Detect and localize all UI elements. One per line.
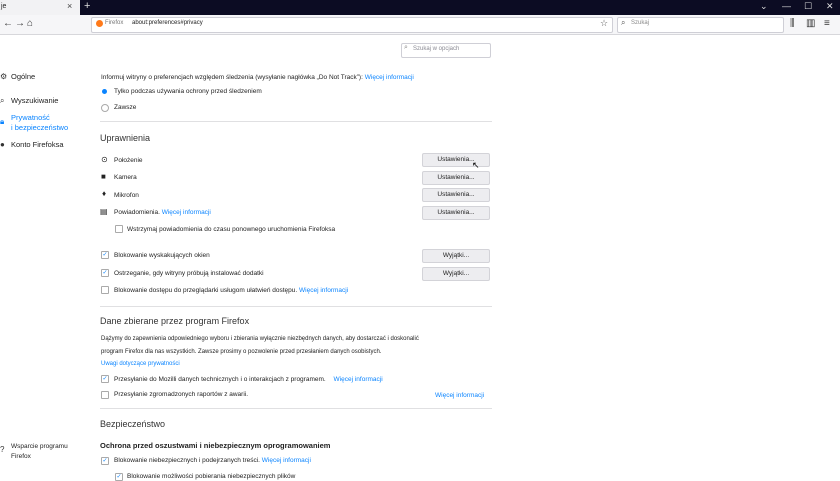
tab-title: je xyxy=(1,3,7,10)
location-settings-button[interactable]: Ustawienia... xyxy=(422,153,490,167)
crash-reports-checkbox[interactable] xyxy=(101,391,109,399)
addons-exceptions-button[interactable]: Wyjątki... xyxy=(422,267,490,281)
pause-notifications-label: Wstrzymaj powiadomienia do czasu ponowne… xyxy=(127,226,336,233)
crash-more-link[interactable]: Więcej informacji xyxy=(435,392,484,399)
crash-reports-label: Przesyłanie zgromadzonych raportów z awa… xyxy=(114,391,249,398)
sidebar-item-privacy[interactable]: 🔒︎ Prywatność i bezpieczeństwo xyxy=(0,113,68,133)
maximize-button[interactable]: ☐ xyxy=(804,1,812,12)
telemetry-text: Przesyłanie do Mozilli danych techniczny… xyxy=(114,376,326,383)
warn-addons-checkbox[interactable]: ✓ xyxy=(101,269,109,277)
block-downloads-label: Blokowanie możliwości pobierania niebezp… xyxy=(127,473,296,480)
block-popups-label: Blokowanie wyskakujących okien xyxy=(114,252,210,259)
location-icon: ⊙ xyxy=(101,155,108,164)
security-subheading: Ochrona przed oszustwami i niebezpieczny… xyxy=(100,441,331,450)
sidebar-item-label: Konto Firefoksa xyxy=(11,140,64,149)
new-tab-button[interactable]: + xyxy=(84,0,90,12)
find-placeholder: Szukaj w opcjach xyxy=(413,46,460,52)
back-icon[interactable]: ← xyxy=(3,18,13,29)
tab-close-icon[interactable]: × xyxy=(67,1,72,11)
sidebar-item-account[interactable]: ● Konto Firefoksa xyxy=(0,140,64,149)
notifications-more-link[interactable]: Więcej informacji xyxy=(162,209,211,216)
close-window-button[interactable]: ✕ xyxy=(826,1,834,12)
sidebar-item-label: Ogólne xyxy=(11,72,36,81)
sidebar-item-label: Wyszukiwanie xyxy=(11,96,59,105)
lock-icon: 🔒︎ xyxy=(0,117,5,126)
menu-icon[interactable]: ≡ xyxy=(824,18,830,29)
notifications-settings-button[interactable]: Ustawienia... xyxy=(422,206,490,220)
mouse-cursor-icon: ↖ xyxy=(472,160,480,170)
telemetry-checkbox[interactable]: ✓ xyxy=(101,375,109,383)
security-heading: Bezpieczeństwo xyxy=(100,419,166,429)
data-collection-heading: Dane zbierane przez program Firefox xyxy=(100,316,250,326)
block-dangerous-text: Blokowanie niebezpiecznych i podejrzanyc… xyxy=(114,457,260,464)
sidebar-icon[interactable]: ▥ xyxy=(806,18,815,29)
notifications-label: Powiadomienia. Więcej informacji xyxy=(114,209,211,216)
find-icon: ⌕ xyxy=(404,44,408,51)
minimize-button[interactable]: — xyxy=(782,1,791,11)
warn-addons-label: Ostrzeganie, gdy witryny próbują instalo… xyxy=(114,270,264,277)
sidebar-item-label: Prywatność i bezpieczeństwo xyxy=(11,113,69,132)
microphone-settings-button[interactable]: Ustawienia... xyxy=(422,188,490,202)
camera-label: Kamera xyxy=(114,174,137,181)
notifications-text: Powiadomienia. xyxy=(114,209,160,216)
block-a11y-checkbox[interactable] xyxy=(101,286,109,294)
bookmark-star-icon[interactable]: ☆ xyxy=(600,18,608,29)
dnt-option-only-tp: Tylko podczas używania ochrony przed śle… xyxy=(114,88,262,95)
block-dangerous-checkbox[interactable]: ✓ xyxy=(101,457,109,465)
forward-icon[interactable]: → xyxy=(15,18,25,29)
tab-strip xyxy=(0,0,840,15)
data-collection-desc-2: program Firefox dla nas wszystkich. Zaws… xyxy=(101,349,382,355)
sidebar-item-support[interactable]: ? Wsparcie programu Firefox xyxy=(0,442,68,462)
privacy-notice-link[interactable]: Uwagi dotyczące prywatności xyxy=(101,361,180,367)
popups-exceptions-button[interactable]: Wyjątki... xyxy=(422,249,490,263)
dnt-option-always: Zawsze xyxy=(114,104,137,111)
telemetry-label: Przesyłanie do Mozilli danych techniczny… xyxy=(114,376,383,383)
block-a11y-text: Blokowanie dostępu do przeglądarki usług… xyxy=(114,287,298,294)
search-icon: ⌕ xyxy=(0,96,5,105)
firefox-logo-icon xyxy=(96,20,103,27)
block-a11y-label: Blokowanie dostępu do przeglądarki usług… xyxy=(114,287,348,294)
tab-list-icon[interactable]: ⌄ xyxy=(760,1,768,12)
dnt-more-link[interactable]: Więcej informacji xyxy=(365,74,414,81)
camera-settings-button[interactable]: Ustawienia... xyxy=(422,171,490,185)
divider xyxy=(100,121,492,122)
dnt-radio-always[interactable] xyxy=(101,104,109,112)
telemetry-more-link[interactable]: Więcej informacji xyxy=(334,376,383,383)
sidebar-item-label: Wsparcie programu Firefox xyxy=(11,443,68,460)
microphone-label: Mikrofon xyxy=(114,192,139,199)
account-icon: ● xyxy=(0,140,5,149)
block-popups-checkbox[interactable]: ✓ xyxy=(101,251,109,259)
permissions-heading: Uprawnienia xyxy=(100,133,151,143)
home-icon[interactable]: ⌂ xyxy=(27,18,33,29)
url-identity-label[interactable]: Firefox xyxy=(105,20,123,26)
dnt-radio-only-tp[interactable] xyxy=(102,89,107,94)
microphone-icon: ♦ xyxy=(102,189,107,198)
gear-icon: ⚙ xyxy=(0,72,8,81)
divider xyxy=(100,306,492,307)
search-placeholder: Szukaj xyxy=(631,20,650,26)
camera-icon: ■ xyxy=(101,172,106,181)
dnt-text: Informuj witryny o preferencjach względe… xyxy=(101,74,363,81)
location-label: Położenie xyxy=(114,157,143,164)
dnt-label: Informuj witryny o preferencjach względe… xyxy=(101,74,414,81)
a11y-more-link[interactable]: Więcej informacji xyxy=(299,287,348,294)
url-text[interactable]: about:preferences#privacy xyxy=(132,20,203,26)
notifications-icon: ▤ xyxy=(100,207,108,216)
sidebar-item-general[interactable]: ⚙ Ogólne xyxy=(0,72,35,81)
help-icon: ? xyxy=(0,445,5,454)
block-dangerous-more-link[interactable]: Więcej informacji xyxy=(262,457,311,464)
block-dangerous-label: Blokowanie niebezpiecznych i podejrzanyc… xyxy=(114,457,311,464)
divider xyxy=(100,408,492,409)
search-icon: ⌕ xyxy=(621,18,626,27)
pause-notifications-checkbox[interactable] xyxy=(115,225,123,233)
sidebar-item-search[interactable]: ⌕ Wyszukiwanie xyxy=(0,96,58,106)
data-collection-desc-1: Dążymy do zapewnienia odpowiedniego wybo… xyxy=(101,336,419,342)
library-icon[interactable]: ⫼ xyxy=(790,18,795,29)
